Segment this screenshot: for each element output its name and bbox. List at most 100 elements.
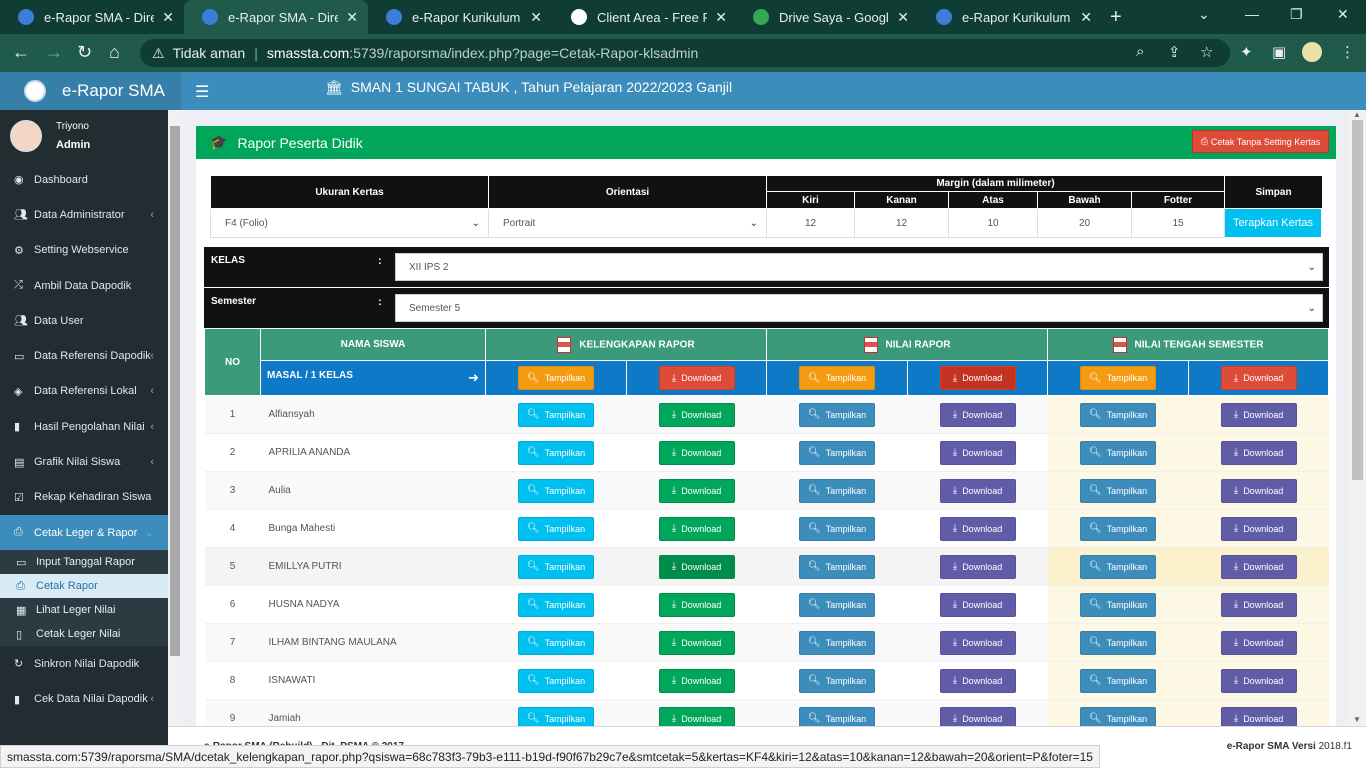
nilai-tampilkan-button[interactable]: 🔍︎ Tampilkan	[799, 516, 875, 541]
minimize-icon[interactable]: —	[1245, 6, 1259, 22]
nilai-tampilkan-button[interactable]: 🔍︎ Tampilkan	[799, 402, 875, 427]
kelengkapan-download-button[interactable]: ⤓ Download	[658, 440, 735, 465]
menu-kebab-icon[interactable]: ⋮	[1340, 43, 1355, 61]
kelengkapan-download-button[interactable]: ⤓ Download	[658, 516, 735, 541]
close-tab-icon[interactable]: ✕	[715, 9, 727, 26]
nts-tampilkan-button[interactable]: 🔍︎ Tampilkan	[1080, 592, 1156, 617]
sidebar-item-rekap-kehadiran-siswa[interactable]: ☑ Rekap Kehadiran Siswa	[0, 480, 168, 515]
browser-tab[interactable]: Drive Saya - Google Dri ✕	[735, 0, 919, 34]
kelengkapan-download-button[interactable]: ⤓ Download	[658, 668, 735, 693]
kelengkapan-tampilkan-button[interactable]: 🔍︎ Tampilkan	[518, 440, 594, 465]
nts-download-button[interactable]: ⤓ Download	[1220, 440, 1297, 465]
nts-download-button[interactable]: ⤓ Download	[1220, 402, 1297, 427]
masal-kelengkapan-download-button[interactable]: ⤓ Download	[658, 366, 735, 390]
sidebar-item-ambil-data-dapodik[interactable]: ⤮ Ambil Data Dapodik	[0, 268, 168, 303]
nts-tampilkan-button[interactable]: 🔍︎ Tampilkan	[1080, 668, 1156, 693]
sidebar-toggle-icon[interactable]: ☰	[195, 82, 209, 102]
kelengkapan-tampilkan-button[interactable]: 🔍︎ Tampilkan	[518, 668, 594, 693]
tab-search-chevron-icon[interactable]: ⌄	[1198, 6, 1210, 23]
nilai-download-button[interactable]: ⤓ Download	[939, 440, 1016, 465]
sidebar-item-data-referensi-lokal[interactable]: ◈ Data Referensi Lokal ‹	[0, 374, 168, 409]
close-tab-icon[interactable]: ✕	[346, 9, 358, 26]
margin-left-input[interactable]: 12	[766, 208, 855, 238]
close-tab-icon[interactable]: ✕	[530, 9, 542, 26]
nilai-tampilkan-button[interactable]: 🔍︎ Tampilkan	[799, 440, 875, 465]
side-panel-icon[interactable]: ▣	[1272, 43, 1286, 61]
close-window-icon[interactable]: ✕	[1337, 6, 1349, 23]
kelengkapan-tampilkan-button[interactable]: 🔍︎ Tampilkan	[518, 592, 594, 617]
browser-tab[interactable]: e-Rapor Kurikulum 201 ✕	[918, 0, 1102, 34]
sidebar-subitem-input-tanggal-rapor[interactable]: ▭ Input Tanggal Rapor	[0, 550, 168, 574]
kelengkapan-tampilkan-button[interactable]: 🔍︎ Tampilkan	[518, 402, 594, 427]
sidebar-item-sinkron-nilai-dapodik[interactable]: ↻ Sinkron Nilai Dapodik	[0, 646, 168, 681]
browser-tab[interactable]: e-Rapor SMA - Direktor ✕	[0, 0, 184, 34]
orientation-select[interactable]: Portrait ⌄	[488, 208, 767, 238]
nilai-download-button[interactable]: ⤓ Download	[939, 592, 1016, 617]
nts-tampilkan-button[interactable]: 🔍︎ Tampilkan	[1080, 554, 1156, 579]
nts-tampilkan-button[interactable]: 🔍︎ Tampilkan	[1080, 706, 1156, 726]
kelengkapan-tampilkan-button[interactable]: 🔍︎ Tampilkan	[518, 630, 594, 655]
page-scrollbar[interactable]: ▲ ▼	[1349, 110, 1366, 726]
sidebar-subitem-lihat-leger-nilai[interactable]: ▦ Lihat Leger Nilai	[0, 598, 168, 622]
sidebar-item-data-referensi-dapodik[interactable]: ▭ Data Referensi Dapodik ‹	[0, 338, 168, 373]
masal-kelengkapan-tampilkan-button[interactable]: 🔍︎ Tampilkan	[518, 366, 594, 390]
masal-nilai-tampilkan-button[interactable]: 🔍︎ Tampilkan	[799, 366, 875, 390]
masal-nts-tampilkan-button[interactable]: 🔍︎ Tampilkan	[1080, 366, 1156, 390]
home-icon[interactable]: ⌂	[109, 42, 120, 63]
kelengkapan-download-button[interactable]: ⤓ Download	[658, 478, 735, 503]
nilai-tampilkan-button[interactable]: 🔍︎ Tampilkan	[799, 668, 875, 693]
margin-right-input[interactable]: 12	[854, 208, 949, 238]
share-icon[interactable]: ⇪	[1168, 43, 1181, 61]
browser-tab[interactable]: Client Area - Free RDP ✕	[553, 0, 737, 34]
nilai-download-button[interactable]: ⤓ Download	[939, 478, 1016, 503]
nts-download-button[interactable]: ⤓ Download	[1220, 668, 1297, 693]
masal-nts-download-button[interactable]: ⤓ Download	[1220, 366, 1297, 390]
nilai-tampilkan-button[interactable]: 🔍︎ Tampilkan	[799, 478, 875, 503]
kelengkapan-download-button[interactable]: ⤓ Download	[658, 630, 735, 655]
kelengkapan-tampilkan-button[interactable]: 🔍︎ Tampilkan	[518, 516, 594, 541]
back-icon[interactable]: ←	[12, 42, 30, 63]
sidebar-item-cetak-leger-rapor[interactable]: ⎙ Cetak Leger & Rapor ⌄	[0, 514, 168, 551]
paper-size-select[interactable]: F4 (Folio) ⌄	[210, 208, 489, 238]
extensions-icon[interactable]: ✦	[1240, 43, 1253, 61]
sidebar-item-setting-webservice[interactable]: ⚙ Setting Webservice	[0, 233, 168, 268]
margin-bottom-input[interactable]: 20	[1037, 208, 1132, 238]
nilai-download-button[interactable]: ⤓ Download	[939, 554, 1016, 579]
profile-avatar[interactable]	[1302, 42, 1322, 62]
sidebar-subitem-cetak-rapor[interactable]: ⎙ Cetak Rapor	[0, 574, 168, 599]
kelengkapan-tampilkan-button[interactable]: 🔍︎ Tampilkan	[518, 554, 594, 579]
nts-tampilkan-button[interactable]: 🔍︎ Tampilkan	[1080, 440, 1156, 465]
kelengkapan-download-button[interactable]: ⤓ Download	[658, 706, 735, 726]
sidebar-item-data-administrator[interactable]: 👥︎ Data Administrator ‹	[0, 197, 168, 232]
apply-paper-button[interactable]: Terapkan Kertas	[1225, 209, 1321, 238]
footer-margin-input[interactable]: 15	[1131, 208, 1225, 238]
nts-tampilkan-button[interactable]: 🔍︎ Tampilkan	[1080, 402, 1156, 427]
sidebar-subitem-cetak-leger-nilai[interactable]: ▯ Cetak Leger Nilai	[0, 622, 168, 646]
nts-download-button[interactable]: ⤓ Download	[1220, 630, 1297, 655]
nts-download-button[interactable]: ⤓ Download	[1220, 478, 1297, 503]
nts-tampilkan-button[interactable]: 🔍︎ Tampilkan	[1080, 478, 1156, 503]
browser-tab[interactable]: e-Rapor Kurikulum Merd ✕	[368, 0, 552, 34]
close-tab-icon[interactable]: ✕	[162, 9, 174, 26]
sidebar-item-grafik-nilai-siswa[interactable]: ▤ Grafik Nilai Siswa ‹	[0, 444, 168, 479]
nilai-tampilkan-button[interactable]: 🔍︎ Tampilkan	[799, 592, 875, 617]
kelengkapan-download-button[interactable]: ⤓ Download	[658, 554, 735, 579]
nilai-tampilkan-button[interactable]: 🔍︎ Tampilkan	[799, 554, 875, 579]
kelengkapan-download-button[interactable]: ⤓ Download	[658, 402, 735, 427]
nilai-tampilkan-button[interactable]: 🔍︎ Tampilkan	[799, 630, 875, 655]
zoom-icon[interactable]: ⌕	[1136, 43, 1144, 60]
nilai-download-button[interactable]: ⤓ Download	[939, 630, 1016, 655]
margin-top-input[interactable]: 10	[948, 208, 1038, 238]
close-tab-icon[interactable]: ✕	[1080, 9, 1092, 26]
nilai-download-button[interactable]: ⤓ Download	[939, 668, 1016, 693]
nts-tampilkan-button[interactable]: 🔍︎ Tampilkan	[1080, 630, 1156, 655]
browser-tab[interactable]: e-Rapor SMA - Direktor ✕	[184, 0, 368, 34]
nilai-tampilkan-button[interactable]: 🔍︎ Tampilkan	[799, 706, 875, 726]
sidebar-item-dashboard[interactable]: ◉ Dashboard	[0, 162, 168, 197]
kelengkapan-tampilkan-button[interactable]: 🔍︎ Tampilkan	[518, 478, 594, 503]
sidebar-item-data-user[interactable]: 👥︎ Data User	[0, 303, 168, 338]
nts-download-button[interactable]: ⤓ Download	[1220, 706, 1297, 726]
forward-icon[interactable]: →	[45, 42, 63, 63]
app-logo[interactable]: e-Rapor SMA	[0, 72, 181, 110]
inner-scrollbar[interactable]	[168, 110, 182, 726]
